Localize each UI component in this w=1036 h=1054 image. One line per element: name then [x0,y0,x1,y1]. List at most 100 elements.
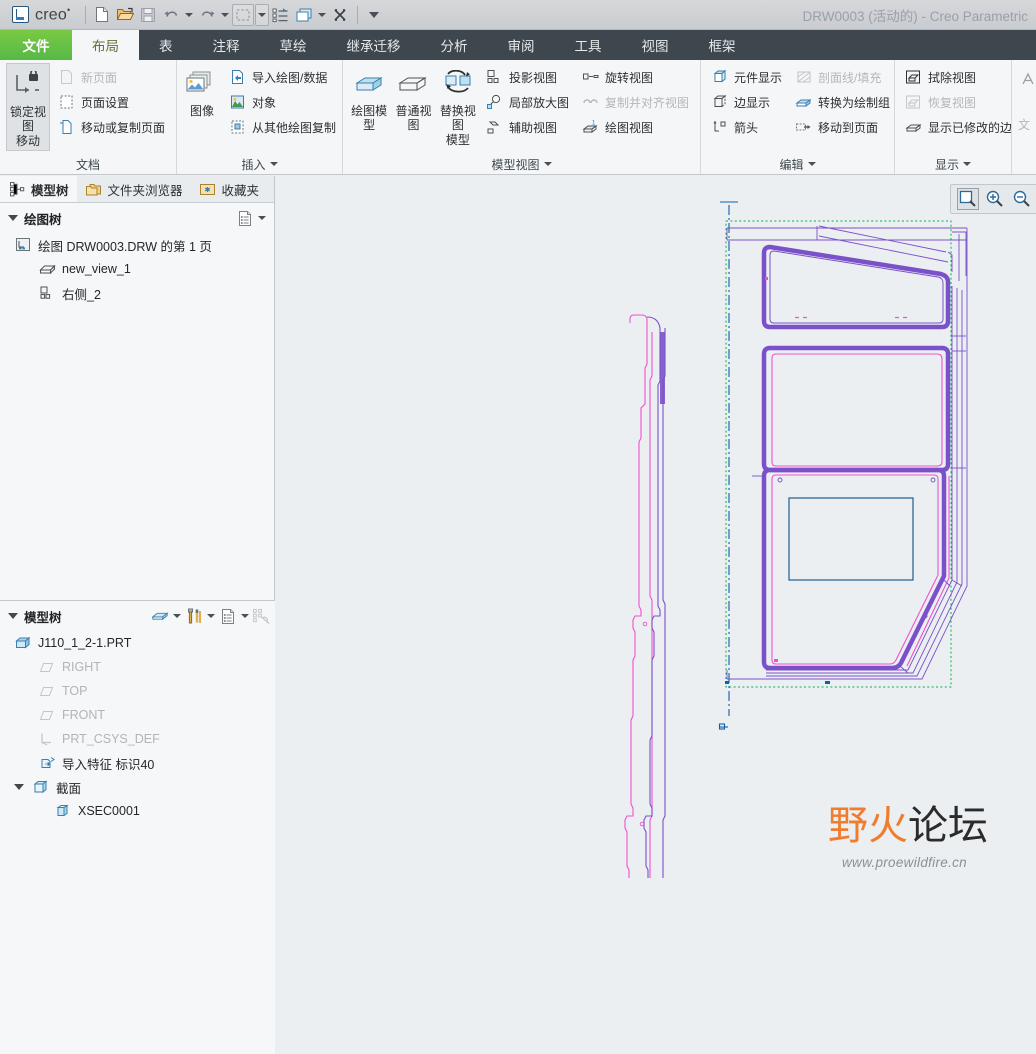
tab-sketch[interactable]: 草绘 [260,30,327,60]
redo-icon[interactable] [196,4,218,26]
zoom-out-icon[interactable] [1011,188,1033,210]
tree-item-sections[interactable]: 截面 [0,775,275,799]
zoom-in-icon[interactable] [984,188,1006,210]
tab-analysis[interactable]: 分析 [421,30,488,60]
move-copy-sheet-button[interactable]: 移动或复制页面 [54,115,170,139]
window-icon[interactable] [293,4,315,26]
tree-item-part[interactable]: J110_1_2-1.PRT [0,631,275,655]
model-tree-collapse-icon[interactable] [8,613,18,619]
detailed-view-button[interactable]: 局部放大图 [482,90,574,114]
model-views-group-dropdown-icon[interactable] [543,162,552,166]
tree-item-drawing-sheet[interactable]: 绘图 DRW0003.DRW 的第 1 页 [0,233,274,257]
ribbon-group-model-views: 绘图模型 普通视图 替换视图 模型 投影视图 局部放大图 辅助视图 旋转视图 复… [342,60,700,174]
tree-item-right-2[interactable]: 右侧_2 [0,281,274,305]
drawing-tree-collapse-icon[interactable] [8,215,18,221]
tab-table[interactable]: 表 [139,30,193,60]
tree-item-front-plane[interactable]: FRONT [0,703,275,727]
navtab-model-tree[interactable]: 模型树 [0,176,77,202]
close-window-icon[interactable] [329,4,351,26]
tab-file[interactable]: 文件 [0,30,72,60]
open-file-icon[interactable] [114,4,136,26]
tree-item-drawing-sheet-label: 绘图 DRW0003.DRW 的第 1 页 [38,239,212,254]
insert-group-label: 插入 [241,157,266,172]
text-style-button[interactable] [1018,67,1036,91]
edit-group-dropdown-icon[interactable] [807,162,816,166]
convert-to-draft-group-button[interactable]: 转换为绘制组 [791,90,895,114]
ribbon-group-display: 拭除视图 恢复视图 显示已修改的边 显示 [894,60,1012,174]
redo-dropdown-icon[interactable] [219,4,231,26]
display-filter-icon[interactable] [151,607,169,625]
show-modified-edges-button[interactable]: 显示已修改的边 [901,115,1017,139]
drawing-tree-header: 绘图树 [0,203,274,233]
sections-expander-icon[interactable] [14,784,24,790]
show-modified-edges-label: 显示已修改的边 [928,120,1013,135]
tree-item-top-plane[interactable]: TOP [0,679,275,703]
tree-item-import-feature[interactable]: 导入特征 标识40 [0,751,275,775]
import-drawing-data-button[interactable]: 导入绘图/数据 [225,65,341,89]
drawing-canvas[interactable]: 野火论坛 www.proewildfire.cn [276,176,1036,878]
text-label-button[interactable]: 文 [1018,112,1036,136]
arrows-button[interactable]: 箭头 [707,115,787,139]
projection-view-button[interactable]: 投影视图 [482,65,574,89]
move-to-sheet-button[interactable]: 移动到页面 [791,115,895,139]
tab-annotate[interactable]: 注释 [193,30,260,60]
resume-view-button[interactable]: 恢复视图 [901,90,1017,114]
tab-tools[interactable]: 工具 [555,30,622,60]
zoom-to-fit-icon[interactable] [957,188,979,210]
tree-settings-icon[interactable] [236,209,254,227]
tree-settings-dropdown-icon[interactable] [258,216,266,220]
new-sheet-button[interactable]: 新页面 [54,65,170,89]
tree-columns-dropdown-icon[interactable] [241,614,249,618]
navtab-favorites[interactable]: 收藏夹 [191,176,268,202]
select-dropdown-icon[interactable] [255,3,270,26]
insert-group-dropdown-icon[interactable] [269,162,278,166]
revolved-view-button[interactable]: 旋转视图 [578,65,694,89]
erase-view-button[interactable]: 拭除视图 [901,65,1017,89]
auxiliary-view-button[interactable]: 辅助视图 [482,115,574,139]
undo-dropdown-icon[interactable] [183,4,195,26]
tree-item-right-plane[interactable]: RIGHT [0,655,275,679]
qat-separator-2 [357,5,359,24]
favorites-icon [199,180,217,198]
tree-item-new-view-1[interactable]: new_view_1 [0,257,274,281]
copy-align-view-button[interactable]: 复制并对齐视图 [578,90,694,114]
tree-columns-icon[interactable] [219,607,237,625]
model-tree-items: J110_1_2-1.PRT RIGHT TOP FRONT PRT_CSYS_… [0,631,275,823]
window-dropdown-icon[interactable] [316,4,328,26]
general-view-button[interactable]: 普通视图 [393,63,433,135]
drawing-model-button[interactable]: 绘图模型 [349,63,389,135]
regenerate-icon[interactable] [270,4,292,26]
tree-item-xsec0001[interactable]: XSEC0001 [0,799,275,823]
copy-from-other-drawing-button[interactable]: 从其他绘图复制 [225,115,341,139]
edge-display-button[interactable]: 边显示 [707,90,787,114]
navtab-folder-browser[interactable]: 文件夹浏览器 [77,176,191,202]
tree-item-csys[interactable]: PRT_CSYS_DEF [0,727,275,751]
tab-framework[interactable]: 框架 [689,30,756,60]
object-button[interactable]: 对象 [225,90,341,114]
image-button[interactable]: 图像 [183,63,221,120]
select-box-icon[interactable] [232,3,255,26]
customize-qat-icon[interactable] [364,4,384,26]
settings-tools-icon[interactable] [185,607,203,625]
display-group-dropdown-icon[interactable] [963,162,971,166]
model-tree-tools [151,607,271,625]
save-icon[interactable] [137,4,159,26]
tab-view[interactable]: 视图 [622,30,689,60]
tab-layout[interactable]: 布局 [72,30,139,60]
component-display-button[interactable]: 元件显示 [707,65,787,89]
tree-filter-off-icon[interactable] [253,607,271,625]
display-filter-dropdown-icon[interactable] [173,614,181,618]
copy-from-other-drawing-label: 从其他绘图复制 [252,120,337,135]
drawing-view-button[interactable]: 1 绘图视图 [578,115,694,139]
tab-legacy-migration[interactable]: 继承迁移 [327,30,421,60]
lock-view-movement-button[interactable]: 锁定视图 移动 [6,63,50,152]
replace-view-model-button[interactable]: 替换视图 模型 [438,63,478,149]
undo-icon[interactable] [160,4,182,26]
hole-marks [777,477,936,619]
ribbon-tab-bar: 文件 布局 表 注释 草绘 继承迁移 分析 审阅 工具 视图 框架 [0,30,1036,60]
hatch-fill-button[interactable]: 剖面线/填充 [791,65,895,89]
sheet-setup-button[interactable]: 页面设置 [54,90,170,114]
new-file-icon[interactable] [91,4,113,26]
settings-tools-dropdown-icon[interactable] [207,614,215,618]
tab-review[interactable]: 审阅 [488,30,555,60]
